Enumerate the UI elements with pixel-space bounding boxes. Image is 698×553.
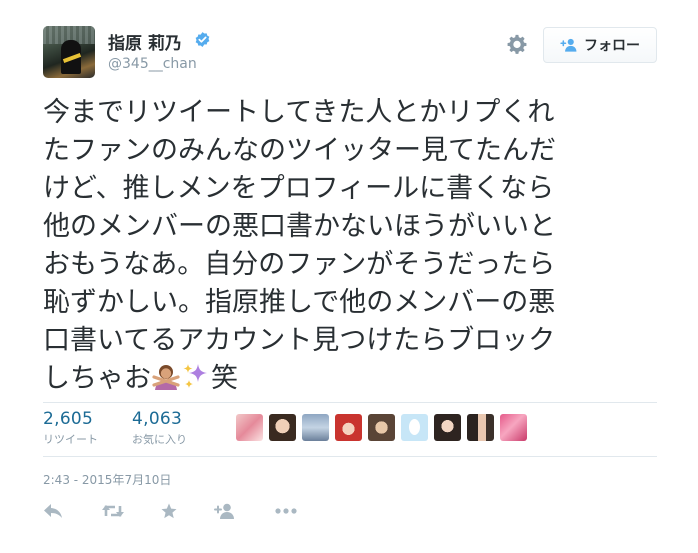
- verified-badge-icon: [195, 32, 210, 47]
- favoriter-avatar[interactable]: [335, 414, 362, 441]
- follow-action-button[interactable]: [214, 500, 236, 522]
- avatar[interactable]: [43, 26, 95, 78]
- tweet-line: けど、推しメンをプロフィールに書くなら: [43, 173, 555, 204]
- reply-icon: [44, 504, 62, 518]
- retweet-button[interactable]: [101, 500, 125, 522]
- like-label: お気に入り: [132, 433, 187, 446]
- tweet-line: 恥ずかしい。指原推しで他のメンバーの悪: [43, 287, 556, 318]
- default-egg-icon: [409, 419, 420, 435]
- gear-icon[interactable]: [506, 33, 528, 55]
- tweet-line: しちゃお: [43, 363, 151, 394]
- no-gesture-woman-emoji: [152, 365, 180, 390]
- retweet-count[interactable]: 2,605: [43, 409, 98, 429]
- tweet-trailing-text: 笑: [211, 363, 238, 394]
- retweet-stat[interactable]: 2,605 リツイート: [43, 409, 98, 447]
- favoriter-avatar[interactable]: [434, 414, 461, 441]
- favorite-icon: [161, 503, 177, 519]
- tweet-line: おもうなあ。自分のファンがそうだったら: [43, 249, 556, 280]
- retweet-label: リツイート: [43, 433, 98, 446]
- divider: [43, 402, 657, 403]
- more-icon: [275, 508, 297, 514]
- favoriters-list: [236, 414, 527, 441]
- favoriter-avatar[interactable]: [500, 414, 527, 441]
- favoriter-avatar[interactable]: [401, 414, 428, 441]
- more-button[interactable]: [275, 500, 297, 522]
- follow-button-label: フォロー: [584, 38, 640, 54]
- favoriter-avatar[interactable]: [302, 414, 329, 441]
- favoriter-avatar[interactable]: [368, 414, 395, 441]
- tweet-last-line: しちゃお 笑: [43, 360, 663, 398]
- follow-button[interactable]: フォロー: [543, 27, 657, 63]
- tweet-text: 今までリツイートしてきた人とかリプくれ たファンのみんなのツイッター見てたんだ …: [43, 94, 663, 398]
- tweet-line: 今までリツイートしてきた人とかリプくれ: [43, 97, 555, 128]
- favoriter-avatar[interactable]: [269, 414, 296, 441]
- user-display-name[interactable]: 指原 莉乃: [108, 29, 182, 54]
- follow-icon: [214, 503, 234, 519]
- sparkles-emoji: [183, 364, 207, 388]
- retweet-icon: [102, 505, 124, 517]
- like-count[interactable]: 4,063: [132, 409, 187, 429]
- user-handle[interactable]: @345__chan: [108, 56, 197, 72]
- favoriter-avatar[interactable]: [467, 414, 494, 441]
- tweet-line: たファンのみんなのツイッター見てたんだ: [43, 135, 556, 166]
- like-stat[interactable]: 4,063 お気に入り: [132, 409, 187, 447]
- favorite-button[interactable]: [160, 500, 178, 522]
- add-user-icon: [560, 38, 577, 52]
- tweet-line: 口書いてるアカウント見つけたらブロック: [43, 325, 556, 356]
- tweet-timestamp[interactable]: 2:43 - 2015年7月10日: [43, 471, 171, 488]
- divider: [43, 456, 657, 457]
- reply-button[interactable]: [43, 500, 63, 522]
- tweet-line: 他のメンバーの悪口書かないほうがいいと: [43, 211, 556, 242]
- favoriter-avatar[interactable]: [236, 414, 263, 441]
